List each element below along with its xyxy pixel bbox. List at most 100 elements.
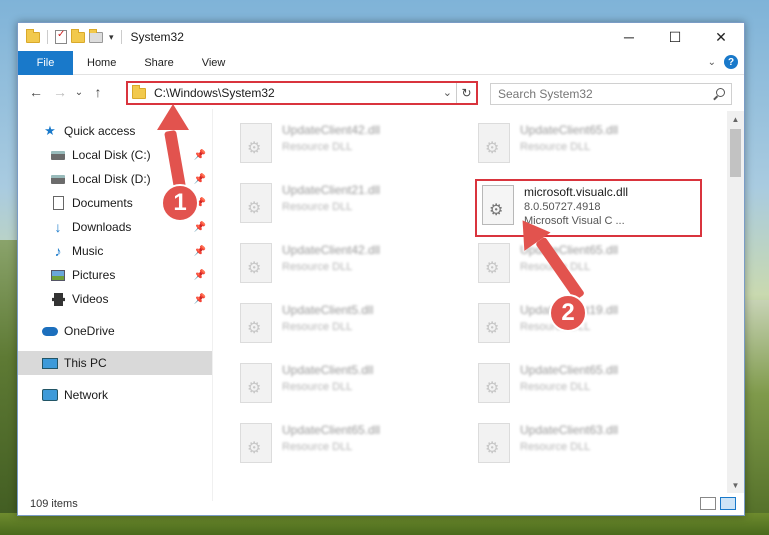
music-icon: ♪ [54,243,62,259]
file-name: UpdateClient65.dll [282,423,381,437]
details-view-icon[interactable] [700,497,716,510]
vertical-scrollbar[interactable]: ▲ ▼ [727,111,744,493]
file-item[interactable]: UpdateClient63.dll Resource DLL [456,417,676,471]
file-type: Resource DLL [520,141,591,153]
sidebar-item-label: Network [64,388,109,402]
tab-home[interactable]: Home [73,51,130,75]
sidebar-item-label: Local Disk (D:) [72,172,151,186]
sidebar-item-label: Quick access [64,124,136,138]
file-item[interactable]: UpdateClient42.dll Resource DLL [218,237,438,291]
pin-icon[interactable]: 📌 [194,174,206,185]
sidebar-item-label: Music [72,244,104,258]
sidebar-item-videos[interactable]: Videos 📌 [18,287,212,311]
dll-file-icon [478,303,510,343]
refresh-icon[interactable]: ↻ [456,83,476,103]
quick-access-toolbar: ▾ [26,28,125,44]
sidebar-item-pictures[interactable]: Pictures 📌 [18,263,212,287]
scroll-up-icon[interactable]: ▲ [727,111,744,127]
minimize-button[interactable]: ─ [606,23,652,51]
close-button[interactable]: ✕ [698,23,744,51]
file-item[interactable]: UpdateClient65.dll Resource DLL [218,417,438,471]
toolbar-separator [47,30,48,44]
file-type: Resource DLL [282,381,353,393]
desktop-background-right [743,300,769,535]
star-icon: ★ [44,123,56,138]
sidebar-item-music[interactable]: ♪ Music 📌 [18,239,212,263]
up-arrow-icon[interactable]: ↑ [86,84,110,100]
window-controls: ─ ☐ ✕ [606,23,744,51]
file-type: Resource DLL [282,321,353,333]
maximize-button[interactable]: ☐ [652,23,698,51]
file-item[interactable]: UpdateClient42.dll Resource DLL [218,117,438,171]
status-bar: 109 items [18,493,744,515]
item-count: 109 items [30,498,78,510]
pin-icon[interactable]: 📌 [194,246,206,257]
ribbon-right-controls: ⌄ ? [708,55,738,69]
search-input[interactable] [498,87,708,101]
search-icon[interactable] [716,88,725,97]
sidebar-item-this-pc[interactable]: This PC [18,351,212,375]
drive-icon [50,148,66,162]
file-type: Resource DLL [282,441,353,453]
chevron-down-icon[interactable]: ⌄ [708,57,716,68]
pane-divider[interactable] [212,109,213,501]
dll-file-icon [478,123,510,163]
tab-file[interactable]: File [18,50,73,75]
pin-icon[interactable]: 📌 [194,270,206,281]
dll-file-icon [240,183,272,223]
scroll-thumb[interactable] [730,129,741,177]
tab-share[interactable]: Share [130,51,187,75]
dll-file-icon [478,423,510,463]
file-name: UpdateClient42.dll [282,123,381,137]
file-item[interactable]: UpdateClient21.dll Resource DLL [218,177,438,231]
dll-file-icon [240,123,272,163]
file-name: UpdateClient65.dll [520,243,619,257]
cloud-icon [42,324,58,338]
scroll-down-icon[interactable]: ▼ [727,477,744,493]
file-item[interactable]: UpdateClient5.dll Resource DLL [218,297,438,351]
help-icon[interactable]: ? [724,55,738,69]
sidebar-item-label: This PC [64,356,107,370]
quick-access-dropdown-icon[interactable]: ▾ [109,32,114,43]
ribbon-tabs: File Home Share View ⌄ ? [18,50,744,75]
sidebar-item-local-disk-c[interactable]: Local Disk (C:) 📌 [18,143,212,167]
dll-file-icon [478,243,510,283]
file-type: Resource DLL [520,441,591,453]
address-path[interactable]: C:\Windows\System32 [154,86,275,100]
new-folder-icon[interactable] [71,28,85,43]
download-icon: ↓ [54,219,62,235]
recent-locations-icon[interactable]: ⌄ [72,87,86,98]
drive-icon [50,172,66,186]
pin-icon[interactable]: 📌 [194,294,206,305]
toolbar-separator [120,30,122,44]
pin-icon[interactable]: 📌 [194,222,206,233]
network-icon [42,388,58,402]
title-bar: ▾ System32 ─ ☐ ✕ [18,23,744,51]
sidebar-item-onedrive[interactable]: OneDrive [18,319,212,343]
forward-arrow-icon[interactable]: → [48,84,72,100]
dll-file-icon [240,423,272,463]
back-arrow-icon[interactable]: ← [24,84,48,100]
large-icons-view-icon[interactable] [720,497,736,510]
sidebar-item-label: Documents [72,196,133,210]
file-item[interactable]: UpdateClient5.dll Resource DLL [218,357,438,411]
file-explorer-window: ▾ System32 ─ ☐ ✕ File Home Share View ⌄ … [17,22,745,516]
file-name: UpdateClient63.dll [520,423,619,437]
pictures-icon [50,268,66,282]
pin-icon[interactable]: 📌 [194,150,206,161]
annotation-badge-2: 2 [549,294,587,332]
sidebar-item-label: OneDrive [64,324,115,338]
properties-icon[interactable] [55,29,67,44]
file-type: Resource DLL [282,201,353,213]
file-item[interactable]: UpdateClient65.dll Resource DLL [456,117,676,171]
sidebar-item-network[interactable]: Network [18,383,212,407]
dll-file-icon [478,363,510,403]
customize-view-icon[interactable] [89,28,103,43]
tab-view[interactable]: View [188,51,240,75]
file-item[interactable]: UpdateClient65.dll Resource DLL [456,357,676,411]
file-name: UpdateClient65.dll [520,123,619,137]
chevron-down-icon[interactable]: ⌄ [443,86,452,99]
search-box[interactable] [490,83,732,105]
sidebar-item-label: Downloads [72,220,132,234]
address-bar[interactable]: C:\Windows\System32 ⌄ ↻ [126,81,478,105]
